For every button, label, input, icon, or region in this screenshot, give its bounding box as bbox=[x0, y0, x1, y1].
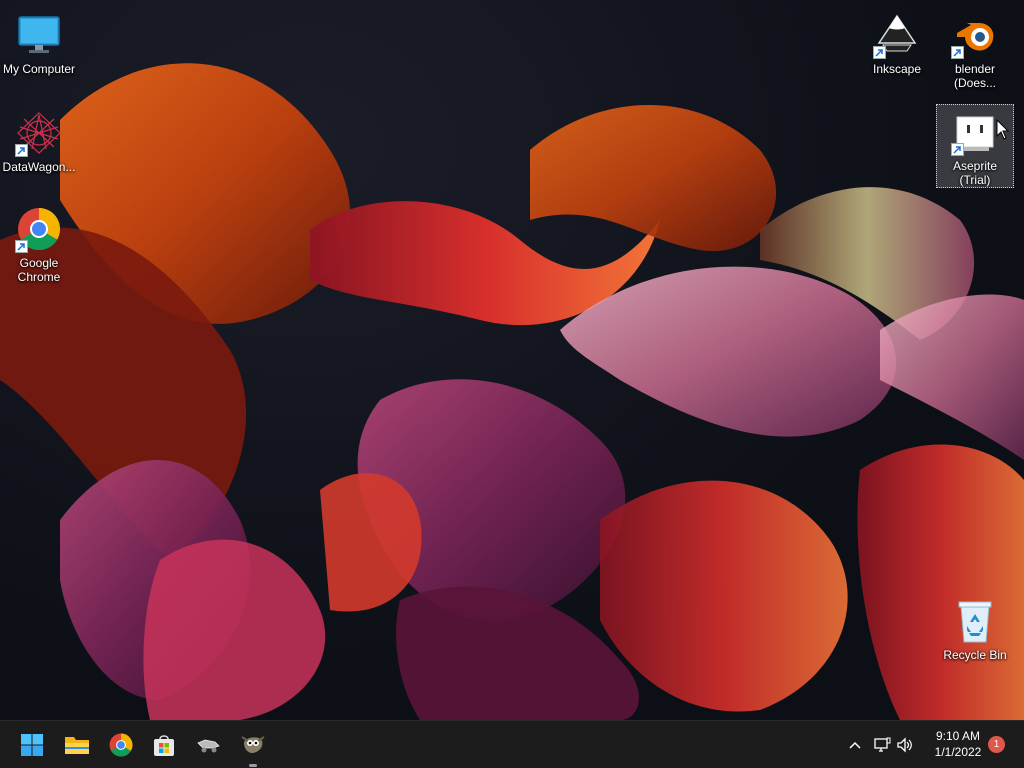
taskbar-gimp-button[interactable] bbox=[237, 729, 269, 767]
shortcut-arrow-icon bbox=[15, 144, 28, 157]
desktop-icon-recycle-bin[interactable]: Recycle Bin bbox=[936, 592, 1014, 663]
taskbar-store-button[interactable] bbox=[148, 729, 180, 761]
volume-button[interactable] bbox=[894, 733, 916, 757]
shortcut-arrow-icon bbox=[951, 46, 964, 59]
folder-icon bbox=[65, 737, 89, 754]
shortcut-arrow-icon bbox=[873, 46, 886, 59]
desktop-icon-my-computer[interactable]: My Computer bbox=[0, 6, 78, 77]
taskbar-chrome-button[interactable] bbox=[105, 729, 137, 761]
desktop-icon-aseprite[interactable]: Aseprite (Trial) bbox=[936, 104, 1014, 188]
recycle-bin-icon bbox=[951, 597, 999, 645]
inkscape-icon bbox=[873, 11, 921, 59]
chrome-icon bbox=[15, 205, 63, 253]
running-indicator bbox=[249, 764, 257, 767]
shortcut-arrow-icon bbox=[15, 240, 28, 253]
clock-date: 1/1/2022 bbox=[934, 745, 982, 759]
chrome-icon bbox=[109, 733, 133, 757]
speaker-icon bbox=[897, 737, 912, 753]
wallpaper-ribbons bbox=[0, 63, 1024, 720]
desktop-icon-label: DataWagon... bbox=[2, 160, 76, 174]
datawagon-icon bbox=[15, 109, 63, 157]
desktop-icon-blender[interactable]: blender (Does... bbox=[936, 6, 1014, 91]
desktop-icon-label: Aseprite (Trial) bbox=[952, 159, 998, 187]
taskbar-datawagon-button[interactable] bbox=[192, 729, 224, 761]
desktop-icon-label: Google Chrome bbox=[17, 256, 61, 284]
desktop-icon-label: My Computer bbox=[2, 62, 76, 76]
desktop-icon-label: blender (Does... bbox=[953, 62, 996, 90]
taskbar: 9:10 AM 1/1/2022 bbox=[0, 720, 1024, 768]
chevron-up-icon bbox=[849, 741, 861, 749]
start-button[interactable] bbox=[16, 729, 48, 761]
network-button[interactable] bbox=[871, 733, 893, 757]
notification-badge[interactable]: 1 bbox=[988, 736, 1005, 753]
desktop-icon-datawagon[interactable]: DataWagon... bbox=[0, 104, 78, 175]
network-icon bbox=[874, 737, 891, 752]
blender-icon bbox=[951, 11, 999, 59]
store-icon bbox=[154, 735, 174, 756]
datawagon-icon bbox=[197, 739, 220, 753]
tray-overflow-button[interactable] bbox=[844, 733, 866, 757]
shortcut-arrow-icon bbox=[951, 143, 964, 156]
clock-time: 9:10 AM bbox=[935, 729, 981, 743]
desktop-icon-label: Inkscape bbox=[872, 62, 922, 76]
windows-start-icon bbox=[21, 734, 43, 756]
mouse-cursor-icon bbox=[996, 119, 1010, 140]
taskbar-file-explorer-button[interactable] bbox=[61, 729, 93, 761]
clock-button[interactable]: 9:10 AM 1/1/2022 bbox=[920, 728, 996, 760]
desktop-icon-label: Recycle Bin bbox=[943, 648, 1007, 662]
desktop[interactable]: My Computer DataWagon... Google Chrome I… bbox=[0, 0, 1024, 720]
desktop-icon-google-chrome[interactable]: Google Chrome bbox=[0, 200, 78, 285]
monitor-icon bbox=[15, 11, 63, 59]
desktop-icon-inkscape[interactable]: Inkscape bbox=[858, 6, 936, 77]
gimp-icon bbox=[241, 736, 265, 753]
aseprite-icon bbox=[951, 109, 999, 156]
